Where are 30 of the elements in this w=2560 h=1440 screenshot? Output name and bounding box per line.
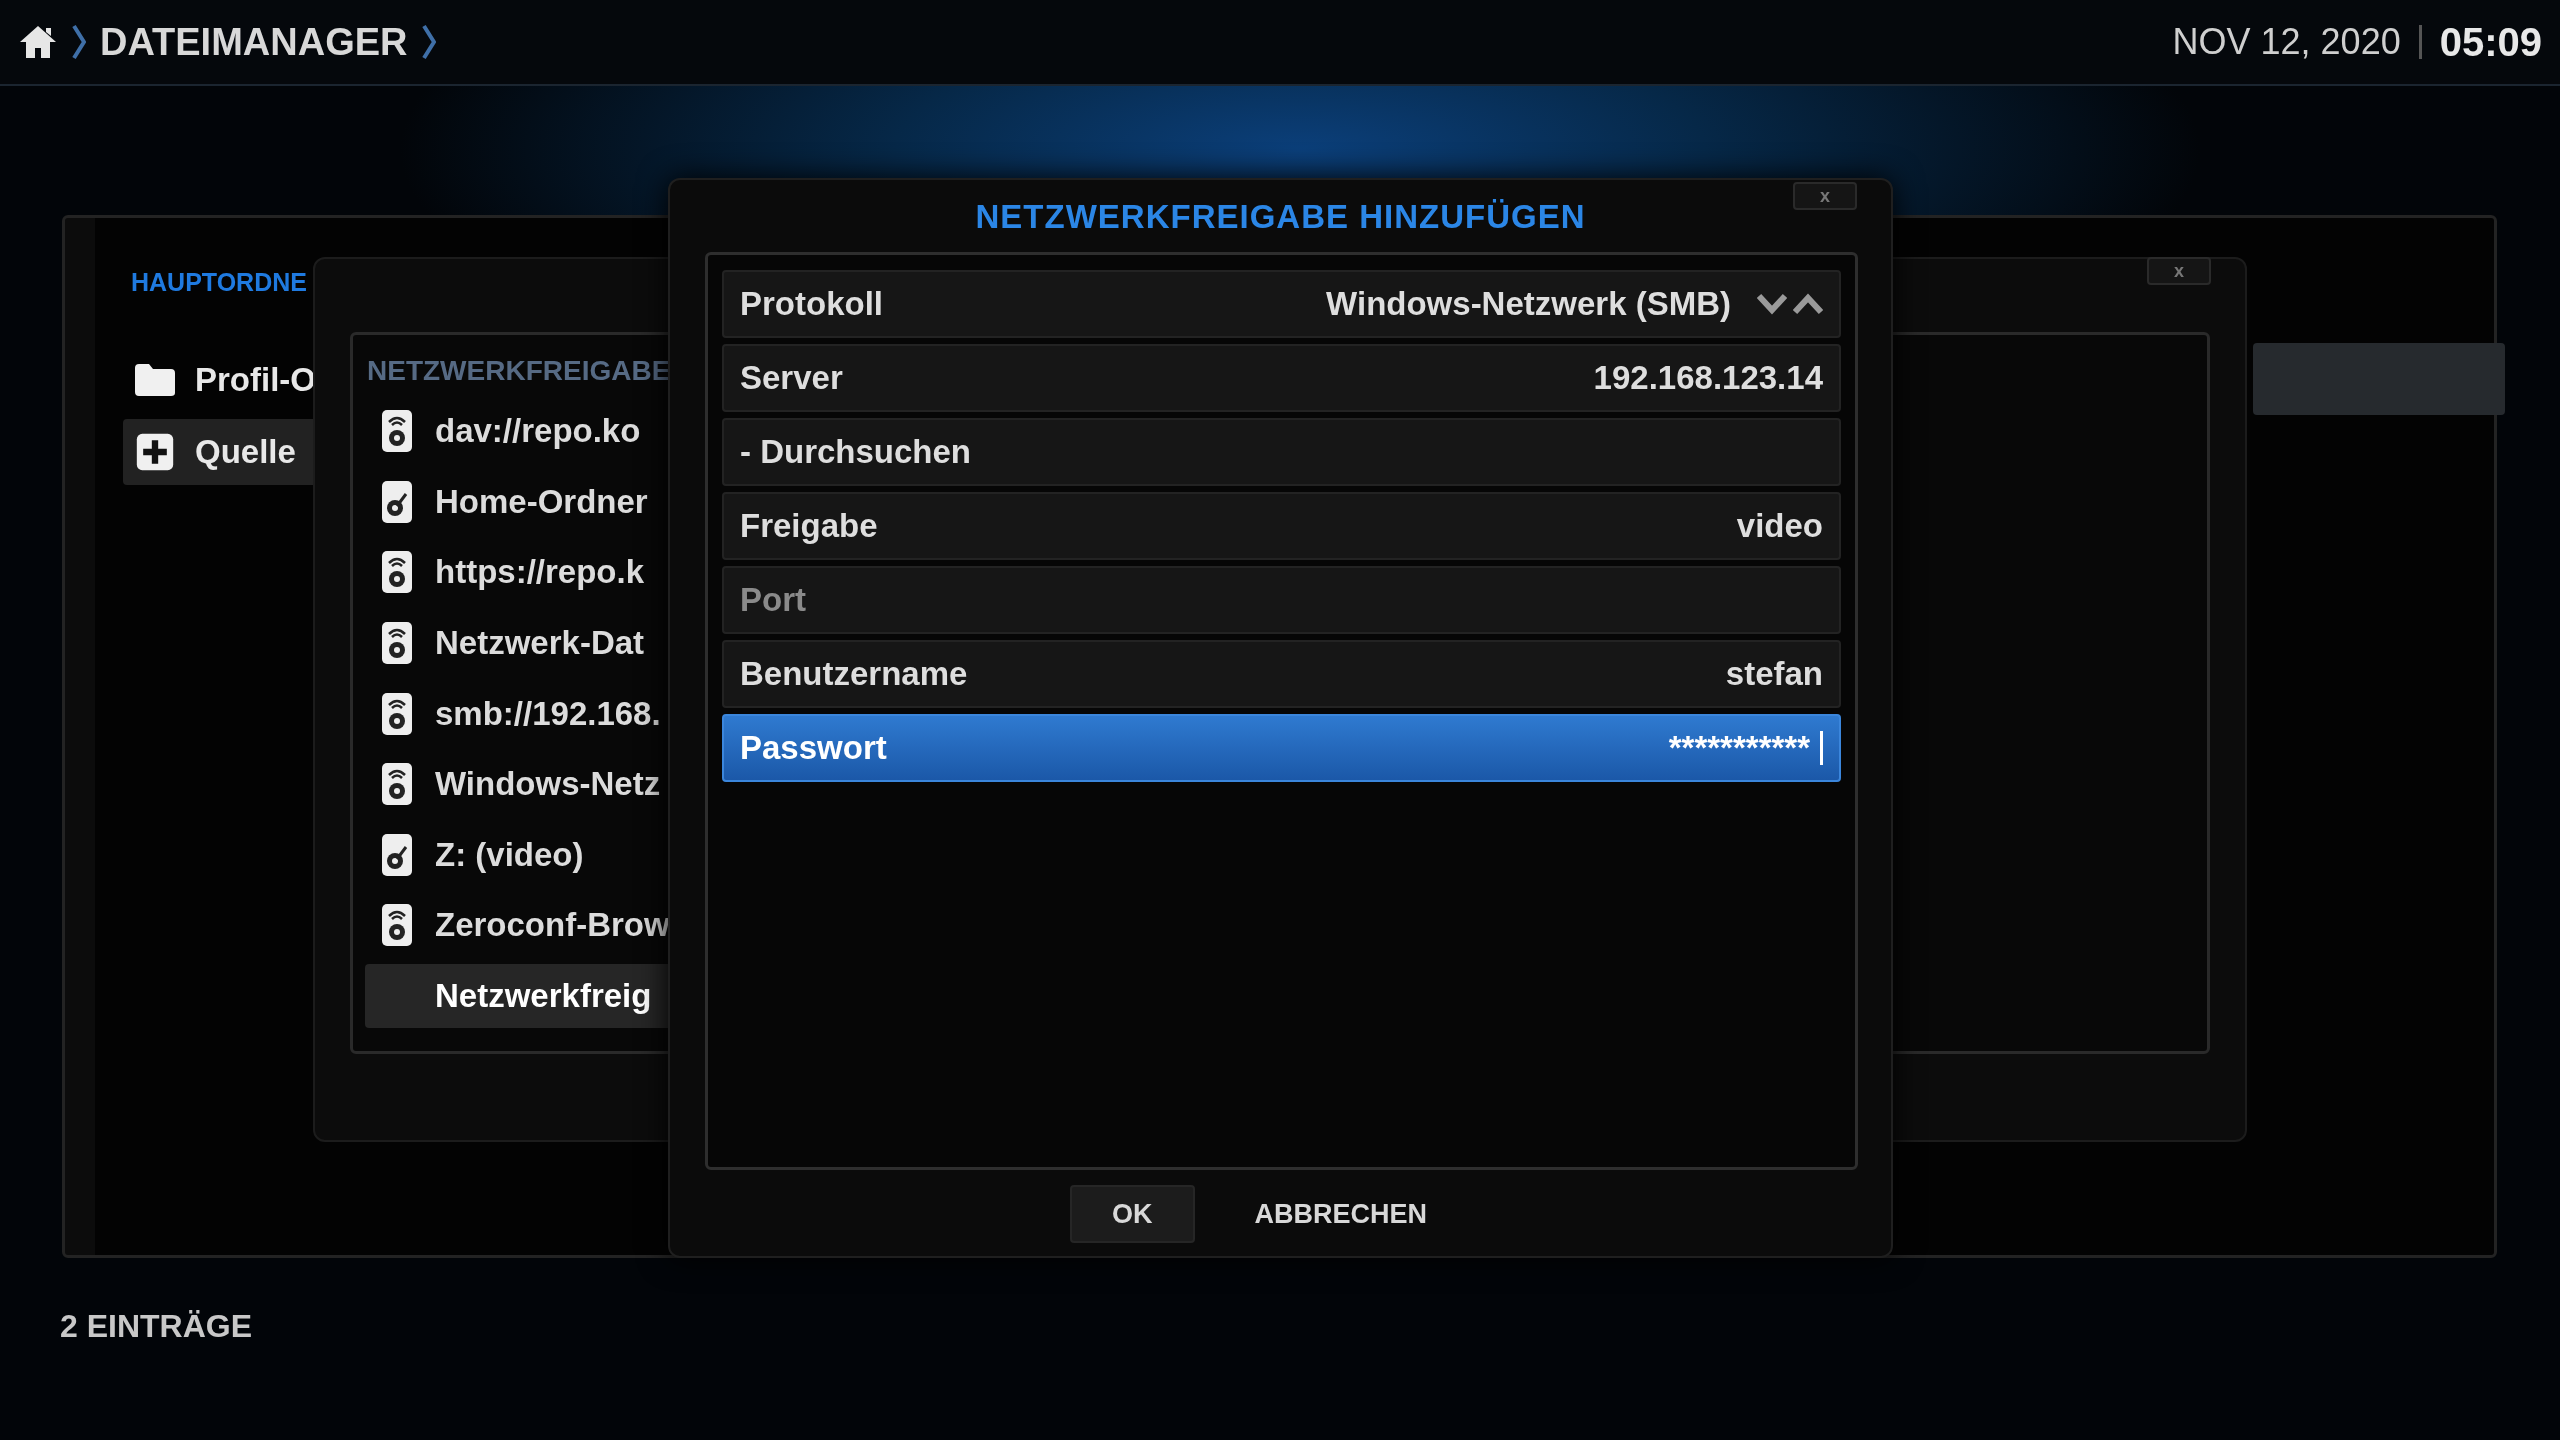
close-button[interactable]: x (2147, 257, 2211, 285)
network-speaker-icon (381, 621, 413, 666)
clock-time: 05:09 (2439, 19, 2542, 65)
setting-row[interactable]: Passwort *********** (722, 714, 1841, 782)
dialog-title: NETZWERKFREIGABE (367, 355, 671, 387)
chevron-icon (421, 22, 436, 62)
setting-row[interactable]: Benutzername stefan (722, 640, 1841, 708)
network-speaker-icon (381, 550, 413, 595)
setting-row[interactable]: Protokoll Windows-Netzwerk (SMB) (722, 270, 1841, 338)
close-button[interactable]: x (1793, 182, 1857, 210)
network-speaker-icon (381, 691, 413, 736)
breadcrumb-title: DATEIMANAGER (100, 20, 408, 64)
chevron-up-icon[interactable] (1793, 293, 1823, 315)
source-item[interactable]: Profil-O (123, 347, 343, 413)
setting-row[interactable]: Server 192.168.123.14 (722, 344, 1841, 412)
chevron-down-icon[interactable] (1757, 293, 1787, 315)
dialog-title: NETZWERKFREIGABE HINZUFÜGEN (975, 198, 1586, 236)
section-heading: HAUPTORDNE (131, 268, 308, 297)
dialog-button[interactable]: OK (1070, 1185, 1195, 1243)
disc-drive-icon (381, 832, 413, 877)
date-text: NOV 12, 2020 (2172, 21, 2401, 63)
setting-row[interactable]: - Durchsuchen (722, 418, 1841, 486)
network-speaker-icon (381, 762, 413, 807)
item-count: 2 EINTRÄGE (60, 1308, 253, 1345)
disc-drive-icon (381, 479, 413, 524)
network-speaker-icon (381, 903, 413, 948)
network-speaker-icon (381, 409, 413, 454)
dialog-button[interactable]: ABBRECHEN (1214, 1185, 1467, 1243)
setting-row[interactable]: Freigabe video (722, 492, 1841, 560)
chevron-icon (72, 22, 86, 62)
